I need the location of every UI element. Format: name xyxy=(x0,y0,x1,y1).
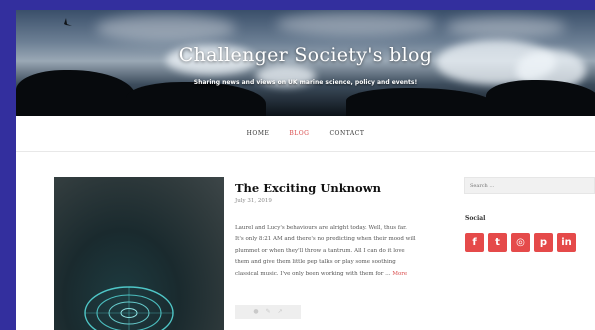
blog-page: Challenger Society's blog Sharing news a… xyxy=(16,10,595,330)
site-title[interactable]: Challenger Society's blog xyxy=(16,44,595,66)
post-title[interactable]: The Exciting Unknown xyxy=(235,181,381,195)
facebook-icon[interactable]: f xyxy=(465,233,484,252)
edit-icon[interactable]: ✎ xyxy=(266,309,271,315)
post-actions-bar: ● ✎ ↗ xyxy=(235,305,301,319)
comment-icon[interactable]: ● xyxy=(253,309,258,315)
bird-silhouette-icon xyxy=(58,18,72,26)
linkedin-icon[interactable]: in xyxy=(557,233,576,252)
pinterest-icon[interactable]: p xyxy=(534,233,553,252)
instagram-icon[interactable]: ◎ xyxy=(511,233,530,252)
post-featured-image[interactable] xyxy=(54,177,224,330)
primary-navigation: HOME BLOG CONTACT xyxy=(16,116,595,152)
nav-item-blog[interactable]: BLOG xyxy=(289,130,309,137)
site-tagline: Sharing news and views on UK marine scie… xyxy=(193,79,418,86)
read-more-link[interactable]: More xyxy=(392,271,407,277)
social-icons-row: f t ◎ p in xyxy=(465,233,576,252)
search-input[interactable] xyxy=(464,177,595,194)
post-excerpt: Laurel and Lucy's behaviours are alright… xyxy=(235,223,417,280)
sonar-rings-graphic xyxy=(84,286,174,330)
social-widget-heading: Social xyxy=(465,215,486,222)
nav-item-contact[interactable]: CONTACT xyxy=(329,130,364,137)
share-icon[interactable]: ↗ xyxy=(278,309,283,315)
post-date[interactable]: July 31, 2019 xyxy=(235,198,272,204)
header-hero-image: Challenger Society's blog Sharing news a… xyxy=(16,10,595,116)
post-excerpt-text: Laurel and Lucy's behaviours are alright… xyxy=(235,225,416,277)
nav-item-home[interactable]: HOME xyxy=(247,130,270,137)
twitter-icon[interactable]: t xyxy=(488,233,507,252)
